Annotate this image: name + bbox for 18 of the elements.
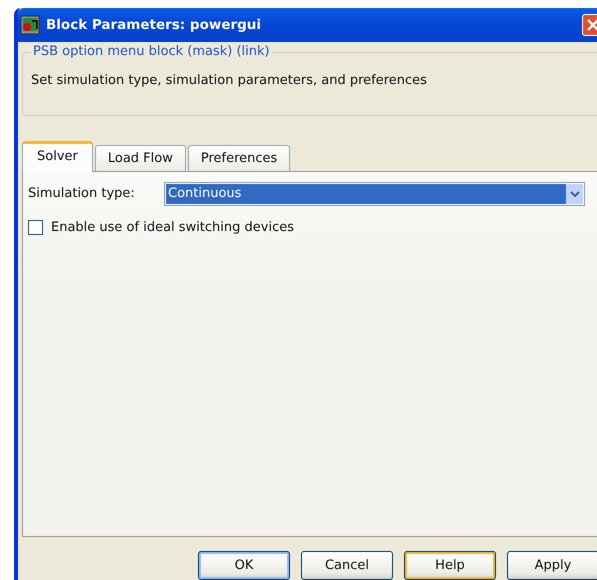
tab[interactable]: Preferences: [188, 144, 290, 171]
checkbox[interactable]: [28, 220, 43, 235]
checkbox-label: Enable use of ideal switching devices: [51, 220, 294, 235]
tab[interactable]: Solver: [22, 140, 93, 172]
caret-icon: [566, 184, 583, 204]
description-text: Set simulation type, simulation parameters, and preferences: [31, 72, 428, 88]
close-icon: [586, 18, 597, 32]
group-title: PSB option menu block (mask) (link): [31, 44, 272, 59]
dialog-button[interactable]: Help: [404, 550, 496, 580]
dialog-button[interactable]: Cancel: [301, 550, 393, 580]
tab[interactable]: Load Flow: [94, 144, 186, 171]
dialog-button[interactable]: OK: [198, 550, 290, 580]
window-title: Block Parameters: powergui: [46, 16, 262, 33]
field-label: Simulation type:: [28, 186, 136, 202]
simulation-type-dropdown[interactable]: Continuous: [164, 182, 585, 206]
dialog-button[interactable]: Apply: [507, 550, 597, 580]
dropdown-value: Continuous: [166, 184, 566, 204]
app-icon: [20, 14, 40, 35]
